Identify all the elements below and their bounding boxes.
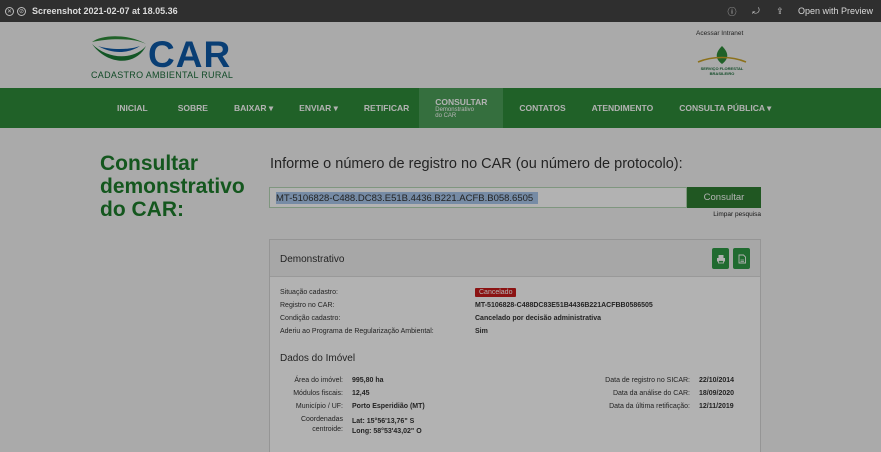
logo-subtitle: CADASTRO AMBIENTAL RURAL — [91, 70, 234, 80]
nav-atendimento-label: ATENDIMENTO — [591, 103, 654, 113]
municipio-value: Porto Esperidião (MT) — [352, 403, 425, 410]
window-title: Screenshot 2021-02-07 at 18.05.36 — [32, 6, 178, 16]
data-registro-value: 22/10/2014 — [699, 377, 735, 384]
municipio-label: Município / UF: — [295, 403, 343, 410]
panel-header: Demonstrativo — [270, 240, 760, 277]
data-registro-label: Data de registro no SICAR: — [605, 377, 690, 384]
nav-baixar[interactable]: BAIXAR ▾ — [234, 88, 273, 128]
status-badge: Cancelado — [475, 288, 517, 297]
leaf-icon — [92, 36, 146, 61]
nav-inicial[interactable]: INICIAL — [117, 88, 148, 128]
condicao-label: Condição cadastro: — [280, 315, 341, 322]
registro-label: Registro no CAR: — [280, 302, 335, 309]
coord-label-2: centroide: — [312, 426, 343, 433]
titlebar-actions: ⓘ ⤾ ⇪ Open with Preview — [726, 0, 873, 22]
modulos-value: 12,45 — [352, 390, 370, 397]
modulos-label: Módulos fiscais: — [293, 390, 343, 397]
data-analise-value: 18/09/2020 — [699, 390, 735, 397]
document-icon — [738, 254, 746, 263]
section-title: Dados do Imóvel — [280, 353, 356, 364]
area-label: Área do imóvel: — [294, 377, 343, 384]
data-analise-label: Data da análise do CAR: — [612, 390, 690, 397]
area-value: 995,80 ha — [352, 377, 384, 384]
adesao-label: Aderiu ao Programa de Regularização Ambi… — [280, 328, 434, 335]
nav-contatos-label: CONTATOS — [519, 103, 566, 113]
car-logo[interactable]: CAR CADASTRO AMBIENTAL RURAL — [90, 32, 240, 82]
consultar-button[interactable]: Consultar — [687, 187, 761, 208]
sfb-logo[interactable]: SERVIÇO FLORESTAL BRASILEIRO — [692, 44, 752, 80]
search-field[interactable] — [269, 187, 687, 208]
adesao-value: Sim — [475, 328, 488, 335]
nav-retificar[interactable]: RETIFICAR — [364, 88, 409, 128]
nav-consultar-label: CONSULTAR — [435, 97, 488, 107]
page: CAR CADASTRO AMBIENTAL RURAL Acessar Int… — [0, 22, 881, 452]
search-input[interactable] — [270, 189, 686, 208]
nav-atendimento[interactable]: ATENDIMENTO — [592, 88, 654, 128]
nav-consulta-publica-label: CONSULTA PÚBLICA ▾ — [679, 102, 772, 113]
condicao-value: Cancelado por decisão administrativa — [475, 315, 602, 322]
demonstrativo-panel: Demonstrativo Situação cadastro: Cancela… — [269, 239, 761, 452]
window-titlebar: ✕ ⊘ Screenshot 2021-02-07 at 18.05.36 ⓘ … — [0, 0, 881, 22]
nav-consultar[interactable]: CONSULTAR Demonstrativo do CAR — [419, 88, 504, 128]
site-header: CAR CADASTRO AMBIENTAL RURAL Acessar Int… — [0, 22, 881, 88]
nav-baixar-label: BAIXAR ▾ — [233, 102, 274, 113]
nav-contatos[interactable]: CONTATOS — [519, 88, 565, 128]
nav-consultar-sub: Demonstrativo do CAR — [435, 107, 474, 119]
intranet-link[interactable]: Acessar Intranet — [696, 30, 743, 37]
printer-icon — [716, 254, 725, 263]
long-value: Long: 58°53'43,02" O — [352, 428, 422, 435]
pdf-button[interactable] — [733, 248, 750, 269]
open-with-preview-button[interactable]: Open with Preview — [798, 6, 873, 16]
nav-inicial-label: INICIAL — [117, 103, 148, 113]
print-button[interactable] — [712, 248, 729, 269]
page-title: Consultar demonstrativo do CAR: — [100, 152, 245, 221]
lat-value: Lat: 15°56'13,76" S — [352, 418, 415, 425]
status-label: Situação cadastro: — [280, 289, 338, 296]
panel-title: Demonstrativo — [280, 254, 345, 265]
coord-label-1: Coordenadas — [300, 416, 343, 423]
data-retificacao-value: 12/11/2019 — [699, 403, 734, 410]
tree-icon — [697, 46, 747, 64]
search-prompt: Informe o número de registro no CAR (ou … — [270, 156, 683, 172]
data-retificacao-label: Data da última retificação: — [609, 403, 690, 410]
main-nav: INICIAL SOBRE BAIXAR ▾ ENVIAR ▾ RETIFICA… — [0, 88, 881, 128]
minimize-icon[interactable]: ⊘ — [17, 6, 26, 16]
close-icon[interactable]: ✕ — [5, 6, 14, 16]
rotate-icon[interactable]: ⤾ — [750, 5, 762, 17]
nav-enviar[interactable]: ENVIAR ▾ — [299, 88, 338, 128]
registro-value: MT-5106828-C488DC83E51B4436B221ACFBB0586… — [475, 302, 653, 309]
nav-enviar-label: ENVIAR ▾ — [299, 102, 338, 113]
nav-retificar-label: RETIFICAR — [363, 103, 410, 113]
nav-consulta-publica[interactable]: CONSULTA PÚBLICA ▾ — [679, 88, 771, 128]
nav-sobre[interactable]: SOBRE — [178, 88, 208, 128]
clear-search-link[interactable]: Limpar pesquisa — [700, 211, 761, 218]
nav-sobre-label: SOBRE — [177, 103, 208, 113]
share-icon[interactable]: ⇪ — [774, 5, 786, 17]
info-icon[interactable]: ⓘ — [726, 5, 738, 17]
sfb-logo-text: SERVIÇO FLORESTAL BRASILEIRO — [700, 66, 744, 76]
